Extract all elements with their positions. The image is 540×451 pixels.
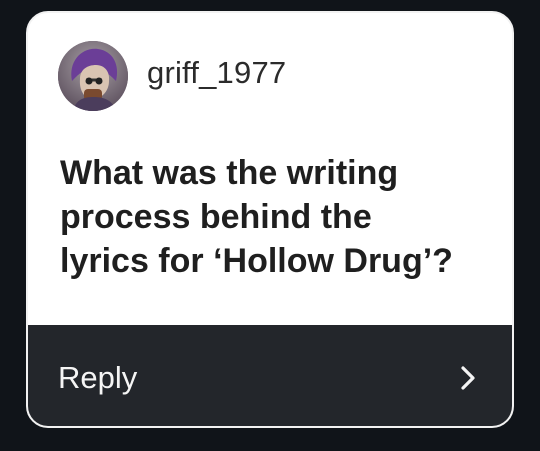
reply-label: Reply [58, 359, 138, 395]
reply-button[interactable]: Reply [28, 325, 512, 426]
question-text: What was the writing process behind the … [60, 154, 453, 280]
question-card: griff_1977 What was the writing process … [26, 11, 514, 428]
chevron-right-icon [458, 363, 478, 393]
post-header: griff_1977 [28, 13, 512, 123]
user-avatar[interactable] [58, 41, 128, 111]
username[interactable]: griff_1977 [147, 55, 286, 91]
avatar-illustration-icon [58, 41, 128, 111]
